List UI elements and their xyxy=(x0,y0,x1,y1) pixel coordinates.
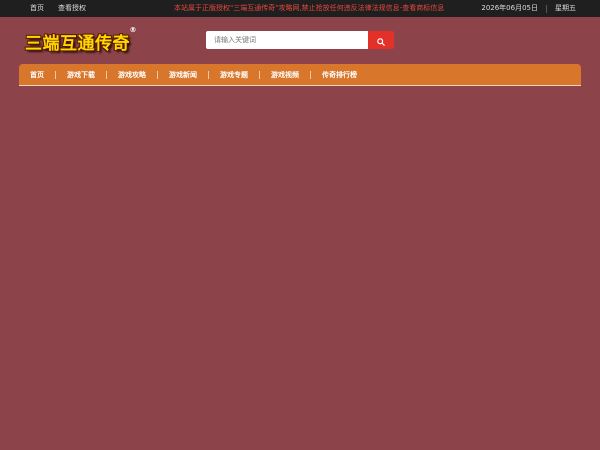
nav-item-game-guide[interactable]: 游戏攻略 xyxy=(118,70,169,80)
top-date-area: 2026年06月05日 星期五 xyxy=(481,0,576,17)
current-weekday: 星期五 xyxy=(555,4,576,12)
nav-item-game-news[interactable]: 游戏新闻 xyxy=(169,70,220,80)
nav-item-label: 游戏新闻 xyxy=(169,70,197,79)
nav-divider xyxy=(157,70,158,79)
nav-item-game-topics[interactable]: 游戏专题 xyxy=(220,70,271,80)
site-logo[interactable]: 三端互通传奇 ® xyxy=(25,26,137,54)
top-link-authorization[interactable]: 查看授权 xyxy=(58,0,86,17)
nav-item-home[interactable]: 首页 xyxy=(30,70,67,80)
search-input[interactable] xyxy=(206,31,368,49)
nav-item-label: 游戏下载 xyxy=(67,70,95,79)
top-notice[interactable]: 本站属于正版授权"三端互通传奇"攻略网,禁止抢放任何违反法律法规信息-查看商标信… xyxy=(174,0,444,17)
search-icon xyxy=(377,31,385,50)
registered-mark: ® xyxy=(129,26,137,34)
nav-item-label: 游戏视频 xyxy=(271,70,299,79)
main-nav: 首页 游戏下载 游戏攻略 游戏新闻 游戏专题 游戏视频 传奇排行榜 xyxy=(19,64,581,86)
header: 三端互通传奇 ® xyxy=(0,17,600,63)
nav-divider xyxy=(208,70,209,79)
nav-item-game-download[interactable]: 游戏下载 xyxy=(67,70,118,80)
nav-divider xyxy=(106,70,107,79)
search-button[interactable] xyxy=(368,31,394,49)
top-link-home[interactable]: 首页 xyxy=(30,0,44,17)
nav-item-label: 传奇排行榜 xyxy=(322,70,357,79)
top-links: 首页 查看授权 xyxy=(30,0,86,17)
nav-item-label: 首页 xyxy=(30,70,44,79)
nav-divider xyxy=(310,70,311,79)
nav-item-ranking[interactable]: 传奇排行榜 xyxy=(322,70,357,80)
current-date: 2026年06月05日 xyxy=(481,4,538,12)
top-bar: 首页 查看授权 本站属于正版授权"三端互通传奇"攻略网,禁止抢放任何违反法律法规… xyxy=(0,0,600,17)
site-logo-text: 三端互通传奇 xyxy=(25,34,130,54)
nav-item-label: 游戏专题 xyxy=(220,70,248,79)
nav-item-game-videos[interactable]: 游戏视频 xyxy=(271,70,322,80)
nav-divider xyxy=(259,70,260,79)
date-divider xyxy=(546,4,547,13)
nav-item-label: 游戏攻略 xyxy=(118,70,146,79)
nav-divider xyxy=(55,70,56,79)
